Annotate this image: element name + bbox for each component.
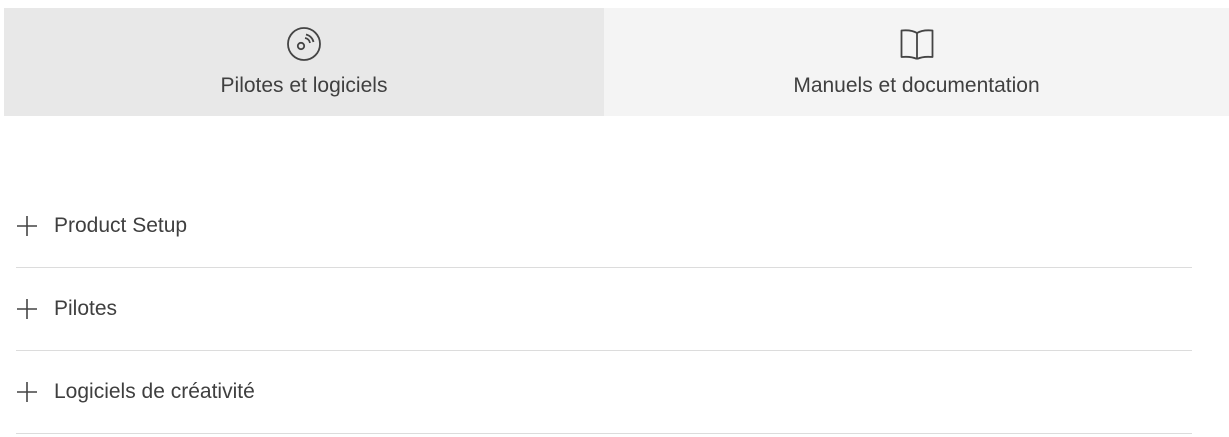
tab-label: Pilotes et logiciels [220,74,388,97]
accordion-item-drivers[interactable]: Pilotes [16,268,1192,351]
accordion-item-label: Product Setup [54,214,188,237]
plus-icon [16,298,38,320]
accordion-item-creativity-software[interactable]: Logiciels de créativité [16,351,1192,434]
open-book-icon [899,26,935,62]
disc-icon [286,26,322,62]
tab-manuals-documentation[interactable]: Manuels et documentation [604,8,1229,116]
accordion-item-product-setup[interactable]: Product Setup [16,185,1192,268]
tab-drivers-software[interactable]: Pilotes et logiciels [4,8,604,116]
accordion-list: Product Setup Pilotes Logiciels de créat… [16,185,1192,434]
plus-icon [16,381,38,403]
category-tabs: Pilotes et logiciels Manuels et document… [4,8,1229,116]
tab-label: Manuels et documentation [793,74,1040,97]
accordion-item-label: Pilotes [54,297,118,320]
plus-icon [16,215,38,237]
accordion-item-label: Logiciels de créativité [54,380,255,403]
